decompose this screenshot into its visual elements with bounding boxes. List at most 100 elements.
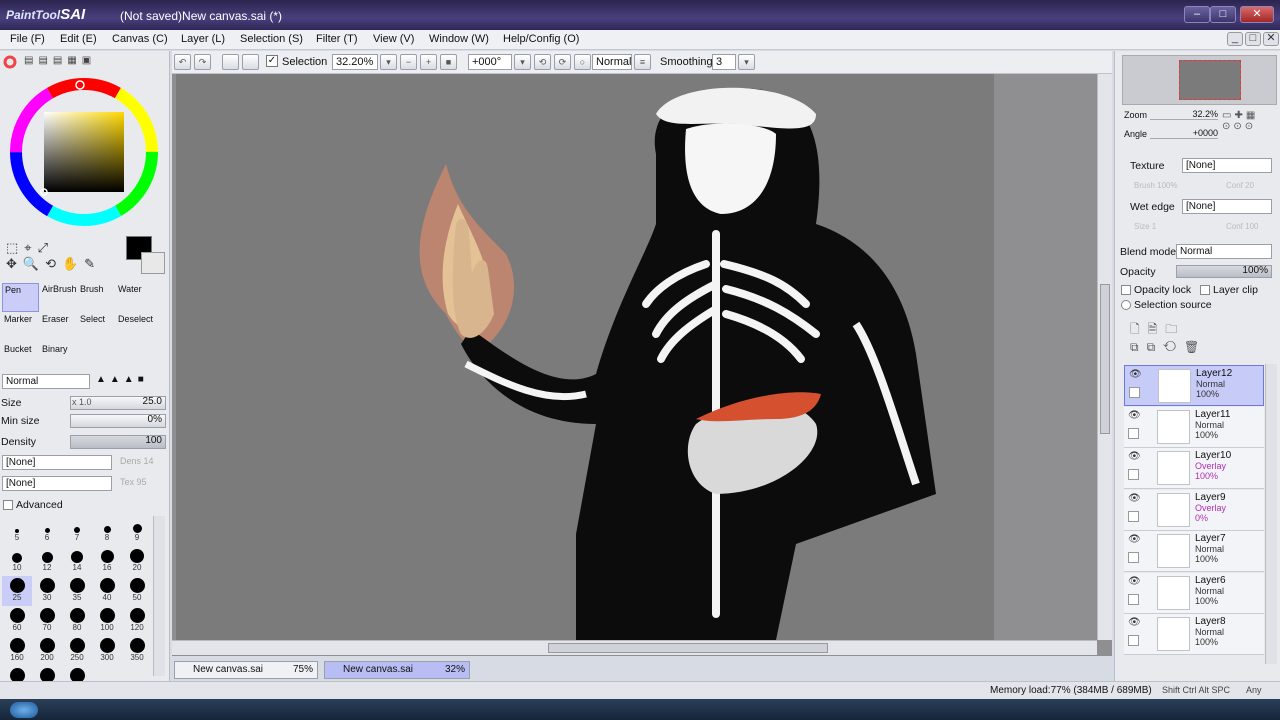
zoom-reset-icon[interactable]: ■ <box>440 54 457 70</box>
zoom-dropdown-icon[interactable]: ▾ <box>380 54 397 70</box>
eye-icon[interactable]: 👁 <box>1128 410 1141 421</box>
selection-source-radio[interactable] <box>1121 300 1131 310</box>
brush-size-preset[interactable]: 250 <box>62 636 92 666</box>
menu-window[interactable]: Window (W) <box>429 33 489 45</box>
brush-size-preset[interactable]: 7 <box>62 516 92 546</box>
brush-size-preset[interactable]: 50 <box>122 576 152 606</box>
vertical-scroll-thumb[interactable] <box>1100 284 1110 434</box>
tool-select[interactable]: Select <box>78 313 115 342</box>
tool-eraser[interactable]: Eraser <box>40 313 77 342</box>
nav-angle-slider[interactable]: +0000 <box>1150 128 1218 139</box>
brush-size-preset[interactable]: 300 <box>92 636 122 666</box>
rotate-right-icon[interactable]: ⟳ <box>554 54 571 70</box>
selection-checkbox[interactable]: ✓ <box>266 55 278 67</box>
brush-size-preset[interactable]: 120 <box>122 606 152 636</box>
stabilizer-icon[interactable]: ≡ <box>634 54 651 70</box>
tool-bucket[interactable]: Bucket <box>2 343 39 363</box>
brush-size-preset[interactable]: 40 <box>92 576 122 606</box>
color-mode-icons[interactable]: ▤▤▤▦▣ <box>24 55 104 69</box>
maximize-icon[interactable]: □ <box>1210 6 1236 23</box>
tool-deselect[interactable]: Deselect <box>116 313 153 342</box>
eye-icon[interactable]: 👁 <box>1128 617 1141 628</box>
tool-marker[interactable]: Marker <box>2 313 39 342</box>
min-size-slider[interactable]: 0% <box>70 414 166 428</box>
color-wheel-mode-icon[interactable] <box>3 55 17 69</box>
brush-size-preset[interactable]: 200 <box>32 636 62 666</box>
menu-layer[interactable]: Layer (L) <box>181 33 225 45</box>
doc-tab-2[interactable]: New canvas.sai 32% <box>324 661 470 679</box>
brush-size-preset[interactable]: 30 <box>32 576 62 606</box>
opacity-lock-checkbox[interactable] <box>1121 285 1131 295</box>
texture-select[interactable]: [None] <box>1182 158 1272 173</box>
menu-view[interactable]: View (V) <box>373 33 414 45</box>
rotate-reset-icon[interactable]: ○ <box>574 54 591 70</box>
doc-close-icon[interactable]: ✕ <box>1263 32 1279 46</box>
brush-shape-select[interactable]: [None] <box>2 455 112 470</box>
redo-icon[interactable]: ↷ <box>194 54 211 70</box>
density-slider[interactable]: 100 <box>70 435 166 449</box>
nav-zoom-slider[interactable]: 32.2% <box>1150 109 1218 120</box>
canvas-vertical-scrollbar[interactable] <box>1097 74 1112 640</box>
layer-lock-toggle[interactable] <box>1128 593 1139 605</box>
brush-size-preset[interactable]: 14 <box>62 546 92 576</box>
layer-row[interactable]: 👁 Layer10 Overlay 100% <box>1124 448 1264 489</box>
menu-filter[interactable]: Filter (T) <box>316 33 358 45</box>
layer-row[interactable]: 👁 Layer11 Normal 100% <box>1124 406 1264 448</box>
brush-presets-scrollbar[interactable] <box>153 516 165 676</box>
eye-icon[interactable]: 👁 <box>1128 534 1141 545</box>
tool-pen[interactable]: Pen <box>2 283 39 312</box>
brush-size-preset[interactable]: 16 <box>92 546 122 576</box>
brush-size-preset[interactable]: 60 <box>2 606 32 636</box>
brush-size-preset[interactable]: 20 <box>122 546 152 576</box>
layer-lock-toggle[interactable] <box>1128 510 1139 522</box>
brush-size-preset[interactable]: 35 <box>62 576 92 606</box>
angle-dropdown-icon[interactable]: ▾ <box>514 54 531 70</box>
doc-minimize-icon[interactable]: _ <box>1227 32 1243 46</box>
layer-row[interactable]: 👁 Layer7 Normal 100% <box>1124 531 1264 572</box>
layer-row[interactable]: 👁 Layer6 Normal 100% <box>1124 572 1264 614</box>
eye-icon[interactable]: 👁 <box>1128 576 1141 587</box>
zoom-out-icon[interactable]: − <box>400 54 417 70</box>
brush-size-preset[interactable]: 100 <box>92 606 122 636</box>
deselect-icon[interactable] <box>222 54 239 70</box>
layer-blend-select[interactable]: Normal <box>1176 244 1272 259</box>
brush-size-preset[interactable]: 80 <box>62 606 92 636</box>
eye-icon[interactable]: 👁 <box>1128 493 1141 504</box>
start-button-icon[interactable] <box>10 702 38 718</box>
undo-icon[interactable]: ↶ <box>174 54 191 70</box>
layer-clip-checkbox[interactable] <box>1200 285 1210 295</box>
tool-binary[interactable]: Binary <box>40 343 77 363</box>
brush-size-preset[interactable]: 8 <box>92 516 122 546</box>
close-icon[interactable]: ✕ <box>1240 6 1274 23</box>
layer-row[interactable]: 👁 Layer9 Overlay 0% <box>1124 489 1264 531</box>
navigator-buttons[interactable]: ▭✚▦ ⊙⊙⊙ <box>1222 110 1278 146</box>
size-multiplier[interactable]: x 1.0 <box>72 397 92 407</box>
rotate-left-icon[interactable]: ⟲ <box>534 54 551 70</box>
eye-icon[interactable]: 👁 <box>1128 451 1141 462</box>
layer-lock-toggle[interactable] <box>1128 469 1139 480</box>
layer-lock-toggle[interactable] <box>1128 635 1139 646</box>
brush-size-preset[interactable]: 350 <box>122 636 152 666</box>
canvas-artwork[interactable] <box>176 74 994 640</box>
secondary-color-swatch[interactable] <box>141 252 165 274</box>
menu-file[interactable]: File (F) <box>10 33 45 45</box>
menu-edit[interactable]: Edit (E) <box>60 33 97 45</box>
smoothing-field[interactable]: 3 <box>712 54 736 70</box>
tool-brush[interactable]: Brush <box>78 283 115 312</box>
layer-row[interactable]: 👁 Layer8 Normal 100% <box>1124 614 1264 655</box>
layer-actions-row1[interactable]: 🗋🗎🗀 <box>1130 320 1270 336</box>
wet-edge-select[interactable]: [None] <box>1182 199 1272 214</box>
layer-lock-toggle[interactable] <box>1129 387 1140 398</box>
blend-mode-field[interactable]: Normal <box>592 54 632 70</box>
invert-selection-icon[interactable] <box>242 54 259 70</box>
brush-size-preset[interactable]: 10 <box>2 546 32 576</box>
doc-tab-1[interactable]: New canvas.sai 75% <box>174 661 318 679</box>
tool-airbrush[interactable]: AirBrush <box>40 283 77 312</box>
selection-tools-icons[interactable]: ⬚⌖⤢ ✥🔍⟲✋✎ <box>6 240 116 280</box>
brush-size-preset[interactable]: 70 <box>32 606 62 636</box>
brush-shape-icons[interactable]: ▲▲▲■ <box>96 374 166 389</box>
layer-list-scrollbar[interactable] <box>1265 364 1277 664</box>
horizontal-scroll-thumb[interactable] <box>548 643 828 653</box>
zoom-field[interactable]: 32.20% <box>332 54 378 70</box>
brush-size-preset[interactable]: 9 <box>122 516 152 546</box>
